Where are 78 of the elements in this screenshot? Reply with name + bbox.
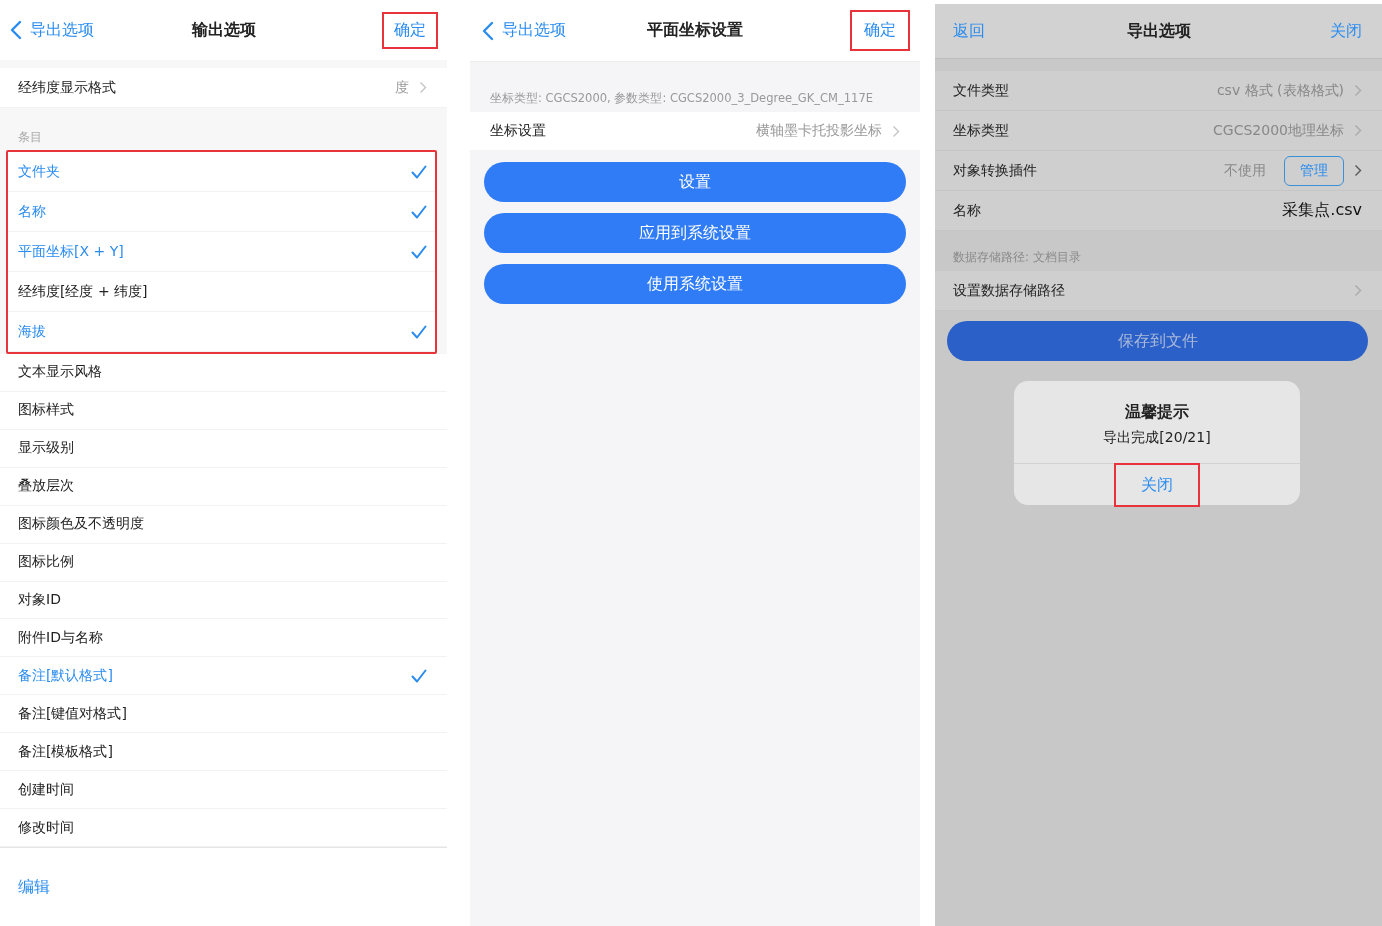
item-label: 备注[模板格式] bbox=[18, 742, 114, 761]
item-label: 图标比例 bbox=[18, 553, 75, 572]
page-title: 导出选项 bbox=[1126, 20, 1191, 40]
item-row[interactable]: 文本显示风格 bbox=[0, 354, 447, 392]
chevron-right-icon bbox=[1354, 284, 1362, 297]
item-row[interactable]: 创建时间 bbox=[0, 771, 447, 810]
item-label: 图标样式 bbox=[18, 401, 75, 420]
item-row[interactable]: 备注[键值对格式] bbox=[0, 695, 447, 734]
item-row[interactable]: 平面坐标[X + Y] bbox=[8, 232, 435, 272]
dialog-title: 温馨提示 bbox=[1125, 402, 1189, 423]
back-button[interactable]: 导出选项 bbox=[482, 20, 566, 41]
item-row[interactable]: 叠放层次 bbox=[0, 467, 447, 506]
row-value: 采集点.csv bbox=[1282, 200, 1362, 221]
item-label: 文本显示风格 bbox=[18, 363, 103, 382]
item-label: 平面坐标[X + Y] bbox=[18, 242, 125, 261]
option-row[interactable]: 名称 采集点.csv bbox=[935, 191, 1382, 231]
back-button[interactable]: 导出选项 bbox=[10, 19, 94, 41]
option-row[interactable]: 坐标类型 CGCS2000地理坐标 bbox=[935, 111, 1382, 151]
coordinate-info-text: 坐标类型: CGCS2000, 参数类型: CGCS2000_3_Degree_GK_CM_117E bbox=[490, 91, 873, 106]
item-label: 图标颜色及不透明度 bbox=[18, 515, 145, 534]
item-row[interactable]: 修改时间 bbox=[0, 809, 447, 847]
row-label: 坐标设置 bbox=[490, 122, 547, 140]
item-row[interactable]: 图标颜色及不透明度 bbox=[0, 505, 447, 544]
page-title: 输出选项 bbox=[191, 19, 256, 39]
item-row[interactable]: 备注[默认格式] bbox=[0, 657, 447, 696]
row-value: 度 bbox=[395, 78, 409, 97]
item-label: 经纬度[经度 + 纬度] bbox=[18, 282, 149, 301]
section-header: 条目 bbox=[18, 129, 42, 146]
item-label: 对象ID bbox=[18, 591, 62, 609]
action-button[interactable]: 应用到系统设置 bbox=[484, 213, 906, 253]
item-label: 备注[键值对格式] bbox=[18, 704, 128, 723]
item-label: 名称 bbox=[18, 202, 47, 221]
item-row[interactable]: 文件夹 bbox=[8, 152, 435, 192]
item-label: 海拔 bbox=[18, 322, 47, 341]
item-row[interactable]: 备注[模板格式] bbox=[0, 733, 447, 772]
item-label: 修改时间 bbox=[18, 818, 75, 837]
item-label: 备注[默认格式] bbox=[18, 666, 114, 685]
item-label: 附件ID与名称 bbox=[18, 628, 104, 647]
row-label: 坐标类型 bbox=[953, 121, 1010, 140]
dialog-message: 导出完成[20/21] bbox=[1103, 429, 1211, 447]
item-row[interactable]: 海拔 bbox=[8, 312, 435, 352]
page-title: 平面坐标设置 bbox=[647, 20, 743, 39]
format-row[interactable]: 经纬度显示格式 度 bbox=[0, 68, 447, 108]
option-row[interactable]: 文件类型 csv 格式 (表格格式) bbox=[935, 71, 1382, 111]
item-row[interactable]: 图标样式 bbox=[0, 391, 447, 430]
action-button[interactable]: 设置 bbox=[484, 162, 906, 202]
chevron-right-icon bbox=[1354, 84, 1362, 97]
coordinate-setting-row[interactable]: 坐标设置 横轴墨卡托投影坐标 bbox=[470, 112, 920, 150]
chevron-right-icon bbox=[1354, 164, 1362, 177]
row-label: 名称 bbox=[953, 201, 982, 220]
item-row[interactable]: 显示级别 bbox=[0, 429, 447, 468]
item-label: 显示级别 bbox=[18, 439, 75, 458]
action-button[interactable]: 使用系统设置 bbox=[484, 264, 906, 304]
item-row[interactable]: 附件ID与名称 bbox=[0, 619, 447, 658]
storage-path-row[interactable]: 设置数据存储路径 bbox=[935, 271, 1382, 311]
confirm-button[interactable]: 确定 bbox=[384, 13, 436, 47]
chevron-right-icon bbox=[1354, 124, 1362, 137]
storage-path-note: 数据存储路径: 文档目录 bbox=[953, 250, 1081, 265]
item-row[interactable]: 对象ID bbox=[0, 581, 447, 620]
item-label: 创建时间 bbox=[18, 780, 75, 799]
row-label: 设置数据存储路径 bbox=[953, 281, 1066, 300]
option-row[interactable]: 对象转换插件 不使用 管理 bbox=[935, 151, 1382, 191]
row-value: csv 格式 (表格格式) bbox=[1216, 81, 1344, 100]
item-row[interactable]: 名称 bbox=[8, 192, 435, 232]
row-value: 横轴墨卡托投影坐标 bbox=[756, 122, 882, 140]
item-label: 文件夹 bbox=[18, 162, 61, 181]
row-label: 经纬度显示格式 bbox=[18, 78, 117, 97]
edit-button[interactable]: 编辑 bbox=[18, 876, 50, 898]
item-label: 叠放层次 bbox=[18, 477, 75, 496]
row-value: 不使用 bbox=[1224, 161, 1266, 180]
chevron-right-icon bbox=[892, 124, 900, 138]
item-row[interactable]: 图标比例 bbox=[0, 543, 447, 582]
row-value: CGCS2000地理坐标 bbox=[1213, 121, 1344, 140]
row-label: 文件类型 bbox=[953, 81, 1010, 100]
confirm-button[interactable]: 确定 bbox=[852, 12, 908, 49]
row-label: 对象转换插件 bbox=[953, 161, 1038, 180]
item-row[interactable]: 经纬度[经度 + 纬度] bbox=[8, 272, 435, 312]
chevron-right-icon bbox=[419, 81, 427, 94]
